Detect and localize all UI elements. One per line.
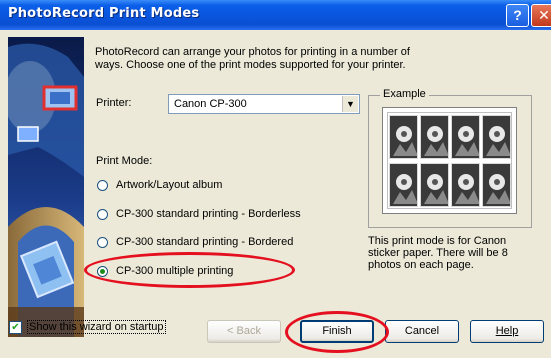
sticker-photo [420, 115, 449, 159]
mode-description: This print mode is for Canon sticker pap… [368, 235, 508, 271]
print-mode-label: Print Mode: [96, 155, 153, 167]
wizard-banner-image [8, 37, 84, 337]
radio-label[interactable]: Artwork/Layout album [116, 179, 222, 191]
radio-standard-borderless[interactable] [97, 209, 108, 220]
show-wizard-checkbox[interactable]: ✔ [9, 321, 22, 334]
sticker-photo [389, 163, 418, 207]
sticker-photo [451, 115, 480, 159]
help-button-label: Help [495, 325, 519, 337]
show-wizard-label[interactable]: Show this wizard on startup [27, 320, 166, 334]
radio-label[interactable]: CP-300 standard printing - Borderless [116, 208, 301, 220]
back-button[interactable]: < Back [207, 320, 281, 343]
radio-artwork-layout-album[interactable] [97, 180, 108, 191]
print-modes-dialog: PhotoRecord Print Modes ? ✕ PhotoRecord … [0, 0, 551, 358]
chevron-down-icon[interactable]: ▼ [342, 96, 358, 112]
help-button[interactable]: Help [470, 320, 544, 343]
close-icon: ✕ [538, 7, 550, 23]
title-bar[interactable]: PhotoRecord Print Modes ? ✕ [0, 0, 551, 30]
cancel-button-label: Cancel [404, 325, 440, 337]
example-preview [382, 107, 517, 214]
example-label: Example [380, 88, 429, 100]
back-button-label: < Back [227, 325, 261, 337]
intro-text: PhotoRecord can arrange your photos for … [95, 46, 410, 71]
sticker-photo [482, 115, 511, 159]
window-title: PhotoRecord Print Modes [8, 6, 200, 21]
checkmark-icon: ✔ [11, 322, 20, 333]
printer-select[interactable]: Canon CP-300 ▼ [168, 94, 360, 114]
printer-select-value: Canon CP-300 [174, 98, 247, 110]
radio-standard-bordered[interactable] [97, 237, 108, 248]
sticker-photo [389, 115, 418, 159]
help-title-button[interactable]: ? [506, 4, 529, 27]
printer-label: Printer: [96, 97, 132, 109]
cancel-button[interactable]: Cancel [385, 320, 459, 343]
sticker-photo [482, 163, 511, 207]
annotation-circle-finish [285, 311, 389, 353]
annotation-circle-multiple-printing [84, 252, 295, 288]
sticker-sheet-preview [387, 112, 512, 209]
sticker-photo [420, 163, 449, 207]
sticker-photo [451, 163, 480, 207]
close-title-button[interactable]: ✕ [531, 4, 551, 27]
question-icon: ? [513, 7, 522, 23]
radio-label[interactable]: CP-300 standard printing - Bordered [116, 236, 293, 248]
